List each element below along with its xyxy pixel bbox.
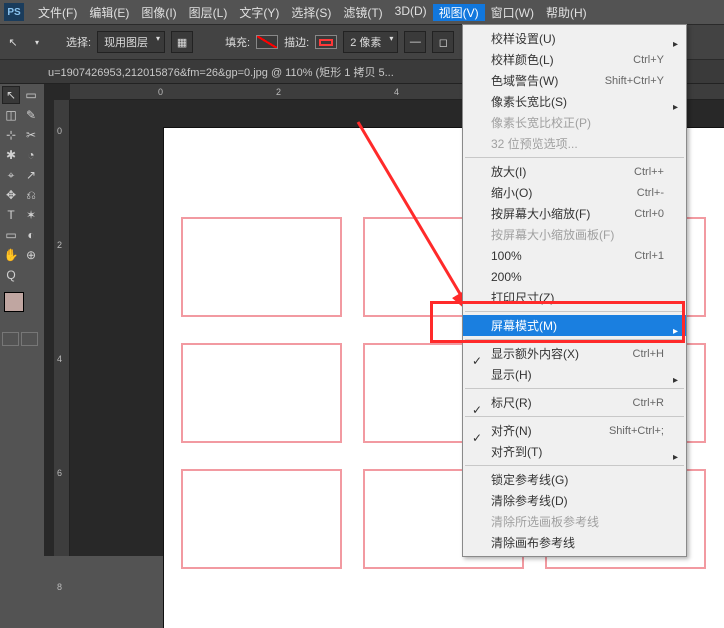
- tool-button[interactable]: ⊹: [2, 126, 20, 144]
- shape-rect[interactable]: [181, 217, 342, 317]
- tool-button[interactable]: ✱: [2, 146, 20, 164]
- menu-separator: [465, 388, 684, 389]
- ruler-tick: 6: [57, 468, 62, 478]
- stroke-swatch[interactable]: [315, 35, 337, 49]
- stroke-style-btn[interactable]: —: [404, 31, 426, 53]
- menu-row[interactable]: 200%: [463, 266, 686, 287]
- menu-item[interactable]: 编辑(E): [83, 4, 135, 21]
- ruler-tick: 2: [57, 240, 62, 250]
- menu-row[interactable]: 校样设置(U): [463, 28, 686, 49]
- menu-item[interactable]: 滤镜(T): [337, 4, 388, 21]
- tool-button[interactable]: ▭: [22, 86, 40, 104]
- toolbox: ↖▭◫✎⊹✂✱◔⌖↗✥⎌T✶▭◐✋⊕Q: [0, 84, 44, 556]
- menu-item[interactable]: 选择(S): [285, 4, 337, 21]
- move-tool-icon: ↖: [4, 33, 22, 51]
- menu-row: 像素长宽比校正(P): [463, 112, 686, 133]
- menu-item[interactable]: 窗口(W): [485, 4, 540, 21]
- tool-button[interactable]: Q: [2, 266, 20, 284]
- menu-separator: [465, 157, 684, 158]
- menu-row[interactable]: 标尺(R)Ctrl+R: [463, 392, 686, 413]
- ruler-tick: 0: [57, 126, 62, 136]
- shape-rect[interactable]: [181, 469, 342, 569]
- menu-row[interactable]: 放大(I)Ctrl++: [463, 161, 686, 182]
- tool-button[interactable]: ◫: [2, 106, 20, 124]
- tool-button[interactable]: ⊕: [22, 246, 40, 264]
- screen-mode-btn[interactable]: [2, 332, 19, 346]
- menu-item[interactable]: 视图(V): [433, 4, 485, 21]
- tool-button[interactable]: ✋: [2, 246, 20, 264]
- opt-btn-2[interactable]: ◻: [432, 31, 454, 53]
- menu-item[interactable]: 文件(F): [32, 4, 83, 21]
- ruler-tick: 8: [57, 582, 62, 592]
- stroke-width-dropdown[interactable]: 2 像素: [343, 31, 398, 53]
- select-label: 选择:: [66, 34, 91, 50]
- menu-item[interactable]: 图层(L): [183, 4, 234, 21]
- tool-button[interactable]: ▭: [2, 226, 20, 244]
- menu-row[interactable]: 显示额外内容(X)Ctrl+H: [463, 343, 686, 364]
- menu-item[interactable]: 帮助(H): [540, 4, 593, 21]
- menu-row: 按屏幕大小缩放画板(F): [463, 224, 686, 245]
- menu-item[interactable]: 3D(D): [389, 4, 433, 21]
- app-logo: PS: [4, 3, 24, 21]
- ruler-tick: 4: [57, 354, 62, 364]
- opt-btn-1[interactable]: ▦: [171, 31, 193, 53]
- tool-button[interactable]: ◐: [22, 226, 40, 244]
- menu-row[interactable]: 对齐到(T): [463, 441, 686, 462]
- menubar: PS 文件(F)编辑(E)图像(I)图层(L)文字(Y)选择(S)滤镜(T)3D…: [0, 0, 724, 24]
- tool-button[interactable]: T: [2, 206, 20, 224]
- menu-row[interactable]: 校样颜色(L)Ctrl+Y: [463, 49, 686, 70]
- menu-separator: [465, 465, 684, 466]
- menu-row[interactable]: 像素长宽比(S): [463, 91, 686, 112]
- menu-row[interactable]: 清除参考线(D): [463, 490, 686, 511]
- tool-button[interactable]: ⎌: [22, 186, 40, 204]
- menu-row[interactable]: 屏幕模式(M): [463, 315, 686, 336]
- layer-select-dropdown[interactable]: 现用图层: [97, 31, 165, 53]
- menu-row[interactable]: 对齐(N)Shift+Ctrl+;: [463, 420, 686, 441]
- menu-row[interactable]: 100%Ctrl+1: [463, 245, 686, 266]
- menu-row[interactable]: 色域警告(W)Shift+Ctrl+Y: [463, 70, 686, 91]
- menu-row: 清除所选画板参考线: [463, 511, 686, 532]
- tool-button[interactable]: ↖: [2, 86, 20, 104]
- menu-row[interactable]: 清除画布参考线: [463, 532, 686, 553]
- menu-row[interactable]: 锁定参考线(G): [463, 469, 686, 490]
- menu-separator: [465, 416, 684, 417]
- menu-row[interactable]: 显示(H): [463, 364, 686, 385]
- chevron-down-icon[interactable]: ▾: [28, 33, 46, 51]
- menu-row: 32 位预览选项...: [463, 133, 686, 154]
- menu-row[interactable]: 按屏幕大小缩放(F)Ctrl+0: [463, 203, 686, 224]
- tool-button[interactable]: ⌖: [2, 166, 20, 184]
- menu-row[interactable]: 缩小(O)Ctrl+-: [463, 182, 686, 203]
- menu-separator: [465, 311, 684, 312]
- tool-button[interactable]: ✂: [22, 126, 40, 144]
- menu-item[interactable]: 文字(Y): [233, 4, 285, 21]
- shape-rect[interactable]: [181, 343, 342, 443]
- screen-mode-btn[interactable]: [21, 332, 38, 346]
- fill-label: 填充:: [225, 34, 250, 50]
- stroke-label: 描边:: [284, 34, 309, 50]
- tool-button[interactable]: ✥: [2, 186, 20, 204]
- tool-button[interactable]: ↗: [22, 166, 40, 184]
- ruler-tick: 0: [158, 87, 163, 97]
- menu-separator: [465, 339, 684, 340]
- view-menu-popup: 校样设置(U)校样颜色(L)Ctrl+Y色域警告(W)Shift+Ctrl+Y像…: [462, 24, 687, 557]
- ruler-tick: 2: [276, 87, 281, 97]
- menu-item[interactable]: 图像(I): [135, 4, 182, 21]
- fg-bg-swatch[interactable]: [2, 290, 38, 326]
- tool-button[interactable]: ✎: [22, 106, 40, 124]
- document-tab[interactable]: u=1907426953,212015876&fm=26&gp=0.jpg @ …: [48, 64, 394, 80]
- tool-button[interactable]: ✶: [22, 206, 40, 224]
- tool-button[interactable]: ◔: [22, 146, 40, 164]
- ruler-tick: 4: [394, 87, 399, 97]
- ruler-vertical[interactable]: 02468: [54, 100, 70, 556]
- fill-swatch[interactable]: [256, 35, 278, 49]
- menu-row[interactable]: 打印尺寸(Z): [463, 287, 686, 308]
